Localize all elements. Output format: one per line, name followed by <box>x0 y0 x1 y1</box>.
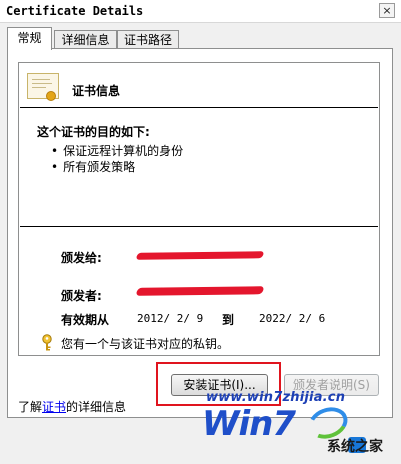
tab-general[interactable]: 常规 <box>7 27 52 50</box>
issued-by-label: 颁发者: <box>61 289 102 303</box>
watermark-site-name: 系统之家 <box>327 439 383 455</box>
certificate-icon <box>27 73 59 101</box>
issued-by-redacted <box>135 286 265 296</box>
learn-more-prefix: 了解 <box>18 400 43 414</box>
tab-certification-path[interactable]: 证书路径 <box>117 30 179 49</box>
certificate-info-box: 证书信息 这个证书的目的如下: 保证远程计算机的身份 所有颁发策略 颁发给: 颁… <box>18 62 380 356</box>
validity-label: 有效期从 <box>61 313 110 327</box>
validity-to-label: 到 <box>222 313 235 327</box>
valid-to-value: 2022/ 2/ 6 <box>259 312 326 325</box>
certificate-info-title: 证书信息 <box>72 84 121 98</box>
watermark-url: www.win7zhijia.cn <box>206 390 346 405</box>
key-icon <box>42 334 52 351</box>
purpose-list: 保证远程计算机的身份 所有颁发策略 <box>59 143 183 175</box>
private-key-note: 您有一个与该证书对应的私钥。 <box>61 337 230 351</box>
close-icon: × <box>382 4 392 17</box>
watermark-logo: Win7 <box>202 404 296 444</box>
tab-details[interactable]: 详细信息 <box>54 30 117 49</box>
close-button[interactable]: × <box>379 3 395 18</box>
issued-to-label: 颁发给: <box>61 251 102 265</box>
valid-from-value: 2012/ 2/ 9 <box>137 312 204 325</box>
learn-more: 了解证书的详细信息 <box>18 398 126 415</box>
purpose-divider <box>20 226 378 227</box>
list-item: 保证远程计算机的身份 <box>59 143 183 159</box>
title-bar: Certificate Details × <box>0 0 401 23</box>
header-divider <box>20 107 378 108</box>
issued-to-redacted <box>135 251 265 260</box>
learn-more-suffix: 的详细信息 <box>66 400 127 414</box>
list-item: 所有颁发策略 <box>59 159 183 175</box>
window-title: Certificate Details <box>6 4 144 18</box>
purpose-heading: 这个证书的目的如下: <box>37 125 150 139</box>
learn-more-link[interactable]: 证书 <box>42 400 66 414</box>
